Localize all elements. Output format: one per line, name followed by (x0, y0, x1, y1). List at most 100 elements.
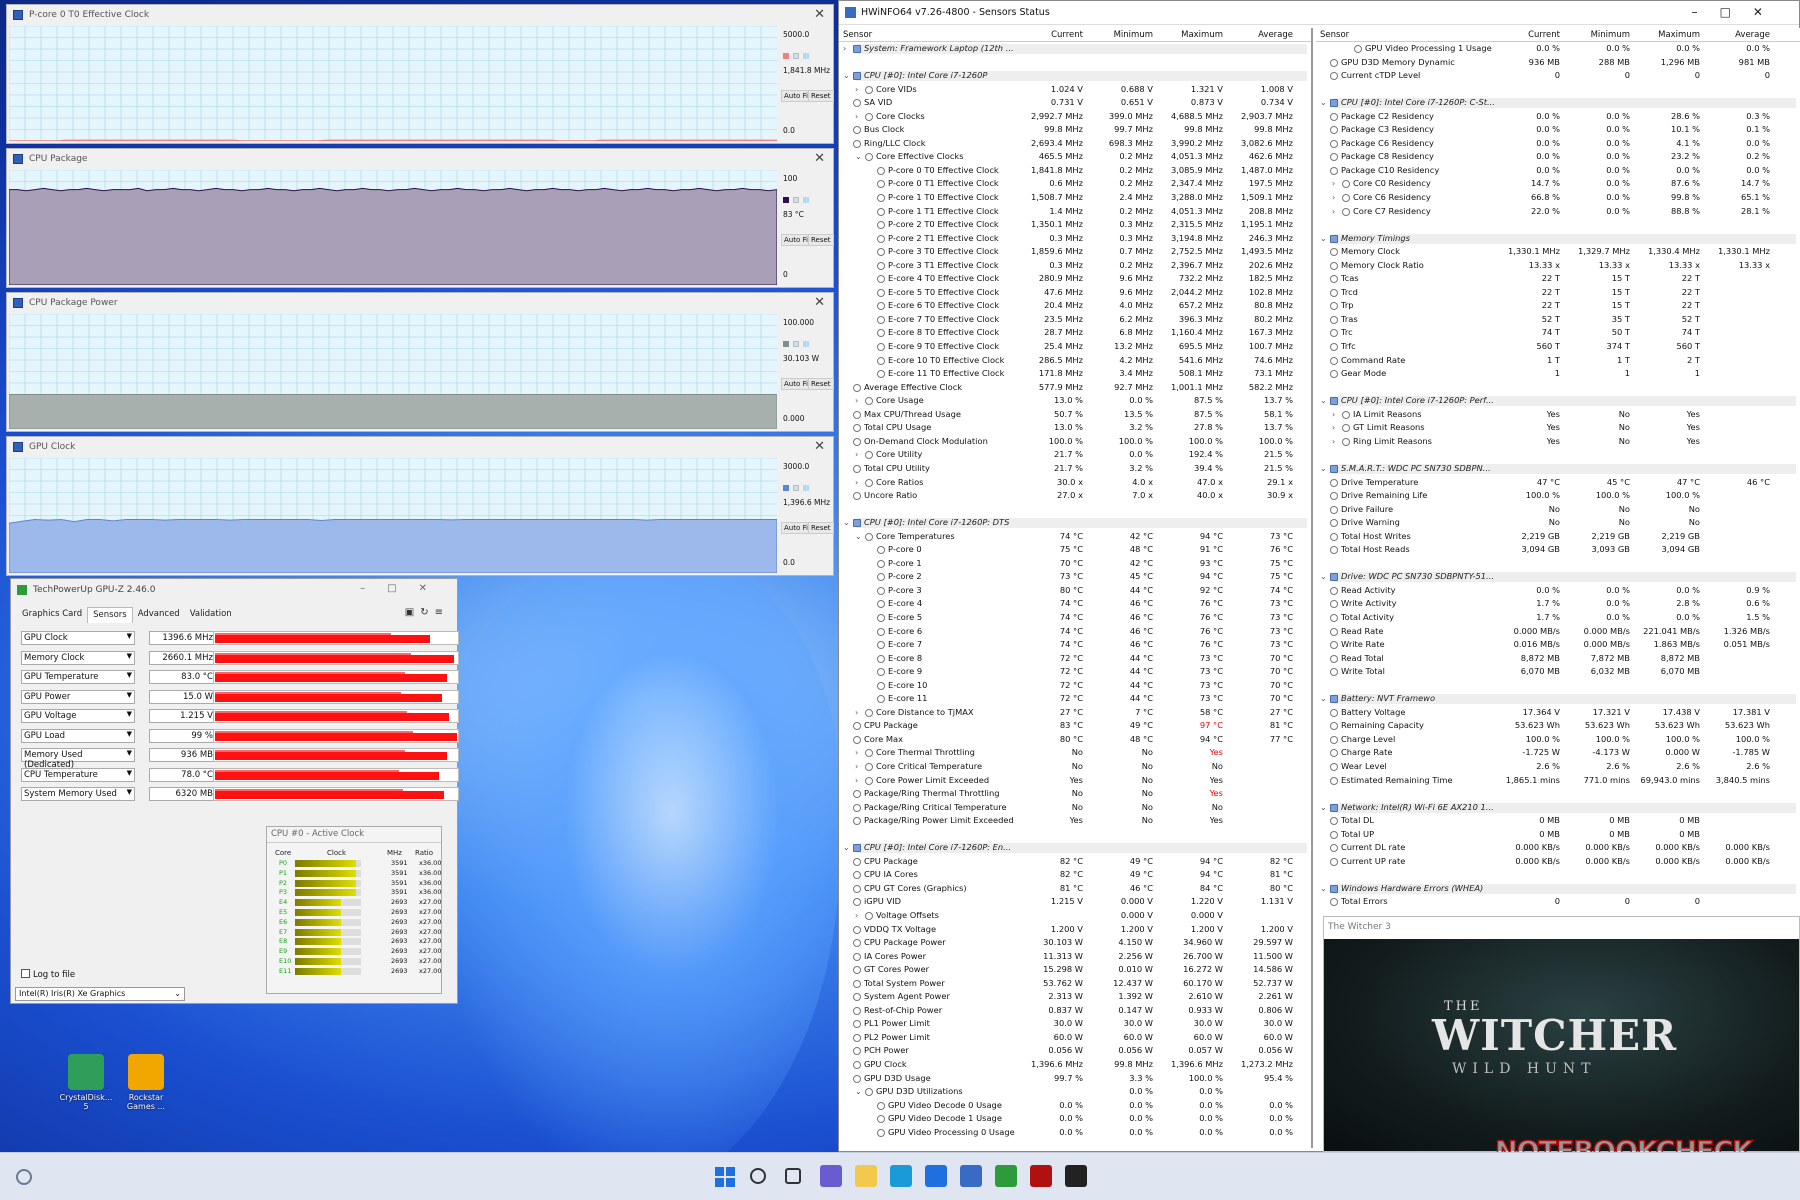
expand-chevron-icon[interactable]: › (1332, 191, 1335, 205)
expand-chevron-icon[interactable]: › (1332, 408, 1335, 422)
sensor-row[interactable]: › Core Critical Temperature No No No (839, 760, 1311, 774)
expand-chevron-icon[interactable]: › (855, 760, 858, 774)
sensor-row[interactable]: Package/Ring Thermal Throttling No No Yes (839, 787, 1311, 801)
sensor-row[interactable]: › IA Limit Reasons Yes No Yes (1316, 408, 1800, 422)
sensor-row[interactable]: Ring/LLC Clock 2,693.4 MHz 698.3 MHz 3,990.… (839, 137, 1311, 151)
sensor-row[interactable]: › Ring Limit Reasons Yes No Yes (1316, 435, 1800, 449)
chat-icon[interactable] (820, 1165, 842, 1187)
col-header-current[interactable]: Current (1017, 30, 1083, 40)
window-controls[interactable]: –□✕ (360, 583, 449, 594)
tab-advanced[interactable]: Advanced (133, 607, 185, 623)
sensor-row[interactable]: Write Total 6,070 MB 6,032 MB 6,070 MB (1316, 665, 1800, 679)
sensor-row[interactable]: › Core Usage 13.0 % 0.0 % 87.5 % 13.7 % (839, 394, 1311, 408)
desktop-icon[interactable]: CrystalDisk... 5 (56, 1054, 116, 1111)
sensor-row[interactable]: › Core VIDs 1.024 V 0.688 V 1.321 V 1.008 V (839, 83, 1311, 97)
sensor-row[interactable]: Package/Ring Critical Temperature No No No (839, 801, 1311, 815)
sensor-row[interactable]: E-core 8 72 °C 44 °C 73 °C 70 °C (839, 652, 1311, 666)
graph-plot[interactable] (9, 26, 777, 141)
collapse-chevron-icon[interactable]: ⌄ (855, 530, 862, 544)
sensor-row[interactable]: E-core 10 T0 Effective Clock 286.5 MHz 4.2… (839, 354, 1311, 368)
sensor-row[interactable]: GPU D3D Memory Dynamic 936 MB 288 MB 1,296 … (1316, 56, 1800, 70)
sensor-row[interactable]: Bus Clock 99.8 MHz 99.7 MHz 99.8 MHz 99.8 MH… (839, 123, 1311, 137)
sensor-row[interactable]: Command Rate 1 T 1 T 2 T (1316, 354, 1800, 368)
sensor-row[interactable]: E-core 10 72 °C 44 °C 73 °C 70 °C (839, 679, 1311, 693)
col-header-average[interactable]: Average (1704, 30, 1770, 40)
sensor-row[interactable]: System Agent Power 2.313 W 1.392 W 2.610 W 2… (839, 990, 1311, 1004)
expand-chevron-icon[interactable]: › (855, 774, 858, 788)
collapse-chevron-icon[interactable]: ⌄ (1320, 882, 1327, 896)
sensor-row[interactable]: › Core Utility 21.7 % 0.0 % 192.4 % 21.5 % (839, 448, 1311, 462)
sensor-row[interactable]: Tcas 22 T 15 T 22 T (1316, 272, 1800, 286)
sensor-group-header[interactable]: ⌄ Windows Hardware Errors (WHEA) (1316, 881, 1800, 896)
tab-graphics-card[interactable]: Graphics Card (17, 607, 87, 623)
collapse-chevron-icon[interactable]: ⌄ (1320, 96, 1327, 110)
game-icon[interactable] (1065, 1165, 1087, 1187)
col-header-minimum[interactable]: Minimum (1564, 30, 1630, 40)
start-icon[interactable] (715, 1167, 735, 1187)
sensor-row[interactable]: E-core 6 74 °C 46 °C 76 °C 73 °C (839, 625, 1311, 639)
sensor-row[interactable]: › Core Clocks 2,992.7 MHz 399.0 MHz 4,688.5 … (839, 110, 1311, 124)
sensor-row[interactable]: Drive Remaining Life 100.0 % 100.0 % 100.0 … (1316, 489, 1800, 503)
sensor-row[interactable]: Max CPU/Thread Usage 50.7 % 13.5 % 87.5 % 58… (839, 408, 1311, 422)
sensor-row[interactable]: Memory Clock Ratio 13.33 x 13.33 x 13.33 x 1… (1316, 259, 1800, 273)
sensor-row[interactable]: E-core 8 T0 Effective Clock 28.7 MHz 6.8 M… (839, 326, 1311, 340)
sensor-row[interactable]: GPU D3D Usage 99.7 % 3.3 % 100.0 % 95.4 % (839, 1072, 1311, 1086)
sensor-row[interactable]: E-core 5 T0 Effective Clock 47.6 MHz 9.6 M… (839, 286, 1311, 300)
desktop-icon[interactable]: Rockstar Games ... (116, 1054, 176, 1111)
col-header-maximum[interactable]: Maximum (1634, 30, 1700, 40)
close-icon[interactable]: ✕ (814, 7, 825, 22)
sensor-row[interactable]: ⌄ Core Temperatures 74 °C 42 °C 94 °C 73 °C (839, 530, 1311, 544)
sensor-row[interactable]: Drive Failure No No No (1316, 503, 1800, 517)
sensor-row[interactable]: Battery Voltage 17.364 V 17.321 V 17.438 V 1… (1316, 706, 1800, 720)
sensor-row[interactable]: Gear Mode 1 1 1 (1316, 367, 1800, 381)
sensor-group-header[interactable]: ⌄ Network: Intel(R) Wi-Fi 6E AX210 1... (1316, 800, 1800, 815)
expand-chevron-icon[interactable]: › (855, 706, 858, 720)
sensor-row[interactable]: P-core 3 T0 Effective Clock 1,859.6 MHz 0.… (839, 245, 1311, 259)
sensor-row[interactable]: E-core 7 74 °C 46 °C 76 °C 73 °C (839, 638, 1311, 652)
sensor-row[interactable]: E-core 11 72 °C 44 °C 73 °C 70 °C (839, 692, 1311, 706)
sensor-row[interactable]: › Core C0 Residency 14.7 % 0.0 % 87.6 % 14.7 … (1316, 177, 1800, 191)
sensor-row[interactable]: VDDQ TX Voltage 1.200 V 1.200 V 1.200 V 1.20… (839, 923, 1311, 937)
sensor-row[interactable]: P-core 1 T1 Effective Clock 1.4 MHz 0.2 MH… (839, 205, 1311, 219)
expand-chevron-icon[interactable]: › (855, 448, 858, 462)
sensor-row[interactable]: GPU Video Decode 1 Usage 0.0 % 0.0 % 0.0 % 0… (839, 1112, 1311, 1126)
collapse-chevron-icon[interactable]: ⌄ (855, 1085, 862, 1099)
sensor-row[interactable]: Package C3 Residency 0.0 % 0.0 % 10.1 % 0.1 … (1316, 123, 1800, 137)
sensor-row[interactable]: Total Host Writes 2,219 GB 2,219 GB 2,219 G… (1316, 530, 1800, 544)
sensor-row[interactable]: P-core 1 70 °C 42 °C 93 °C 75 °C (839, 557, 1311, 571)
witcher-game-view[interactable]: THE WITCHER WILD HUNT (1324, 939, 1799, 1151)
sensor-row[interactable]: PL1 Power Limit 30.0 W 30.0 W 30.0 W 30.0 W (839, 1017, 1311, 1031)
checkbox-icon[interactable] (21, 969, 30, 978)
collapse-chevron-icon[interactable]: ⌄ (843, 841, 850, 855)
sensor-row[interactable]: IA Cores Power 11.313 W 2.256 W 26.700 W 11.… (839, 950, 1311, 964)
sensor-row[interactable]: Core Max 80 °C 48 °C 94 °C 77 °C (839, 733, 1311, 747)
sensor-row[interactable]: Trfc 560 T 374 T 560 T (1316, 340, 1800, 354)
expand-chevron-icon[interactable]: › (855, 110, 858, 124)
sensor-row[interactable]: GPU Video Processing 0 Usage 0.0 % 0.0 % 0.… (839, 1126, 1311, 1140)
sensor-pane-left[interactable]: Sensor Current Minimum Maximum Average › Syste… (839, 28, 1313, 1148)
collapse-chevron-icon[interactable]: ⌄ (855, 150, 862, 164)
sensor-row[interactable]: Total CPU Usage 13.0 % 3.2 % 27.8 % 13.7 % (839, 421, 1311, 435)
expand-chevron-icon[interactable]: › (855, 746, 858, 760)
sensor-group-header[interactable]: ⌄ CPU [#0]: Intel Core i7-1260P: C-St... (1316, 96, 1800, 110)
expand-chevron-icon[interactable]: › (1332, 421, 1335, 435)
sensor-group-header[interactable]: ⌄ CPU [#0]: Intel Core i7-1260P (839, 69, 1311, 83)
sensor-row[interactable]: Current UP rate 0.000 KB/s 0.000 KB/s 0.000… (1316, 855, 1800, 869)
sensor-select[interactable]: GPU Clock ▼ (21, 631, 135, 645)
widgets-icon[interactable] (16, 1169, 32, 1185)
col-header-maximum[interactable]: Maximum (1157, 30, 1223, 40)
sensor-row[interactable]: P-core 0 T1 Effective Clock 0.6 MHz 0.2 MH… (839, 177, 1311, 191)
sensor-group-header[interactable]: ⌄ CPU [#0]: Intel Core i7-1260P: Perf... (1316, 394, 1800, 408)
reset-button[interactable]: Reset (808, 522, 834, 534)
sensor-row[interactable]: Drive Warning No No No (1316, 516, 1800, 530)
sensor-row[interactable]: GPU Video Decode 0 Usage 0.0 % 0.0 % 0.0 % 0… (839, 1099, 1311, 1113)
graph-plot[interactable] (9, 170, 777, 285)
col-header-sensor[interactable]: Sensor (843, 30, 872, 40)
sensor-select[interactable]: GPU Temperature ▼ (21, 670, 135, 684)
sensor-row[interactable]: P-core 1 T0 Effective Clock 1,508.7 MHz 2.… (839, 191, 1311, 205)
expand-chevron-icon[interactable]: › (855, 476, 858, 490)
sensor-row[interactable]: Wear Level 2.6 % 2.6 % 2.6 % 2.6 % (1316, 760, 1800, 774)
sensor-row[interactable]: On-Demand Clock Modulation 100.0 % 100.0 %… (839, 435, 1311, 449)
sensor-group-header[interactable]: ⌄ S.M.A.R.T.: WDC PC SN730 SDBPN... (1316, 461, 1800, 476)
sensor-select[interactable]: System Memory Used ▼ (21, 787, 135, 801)
